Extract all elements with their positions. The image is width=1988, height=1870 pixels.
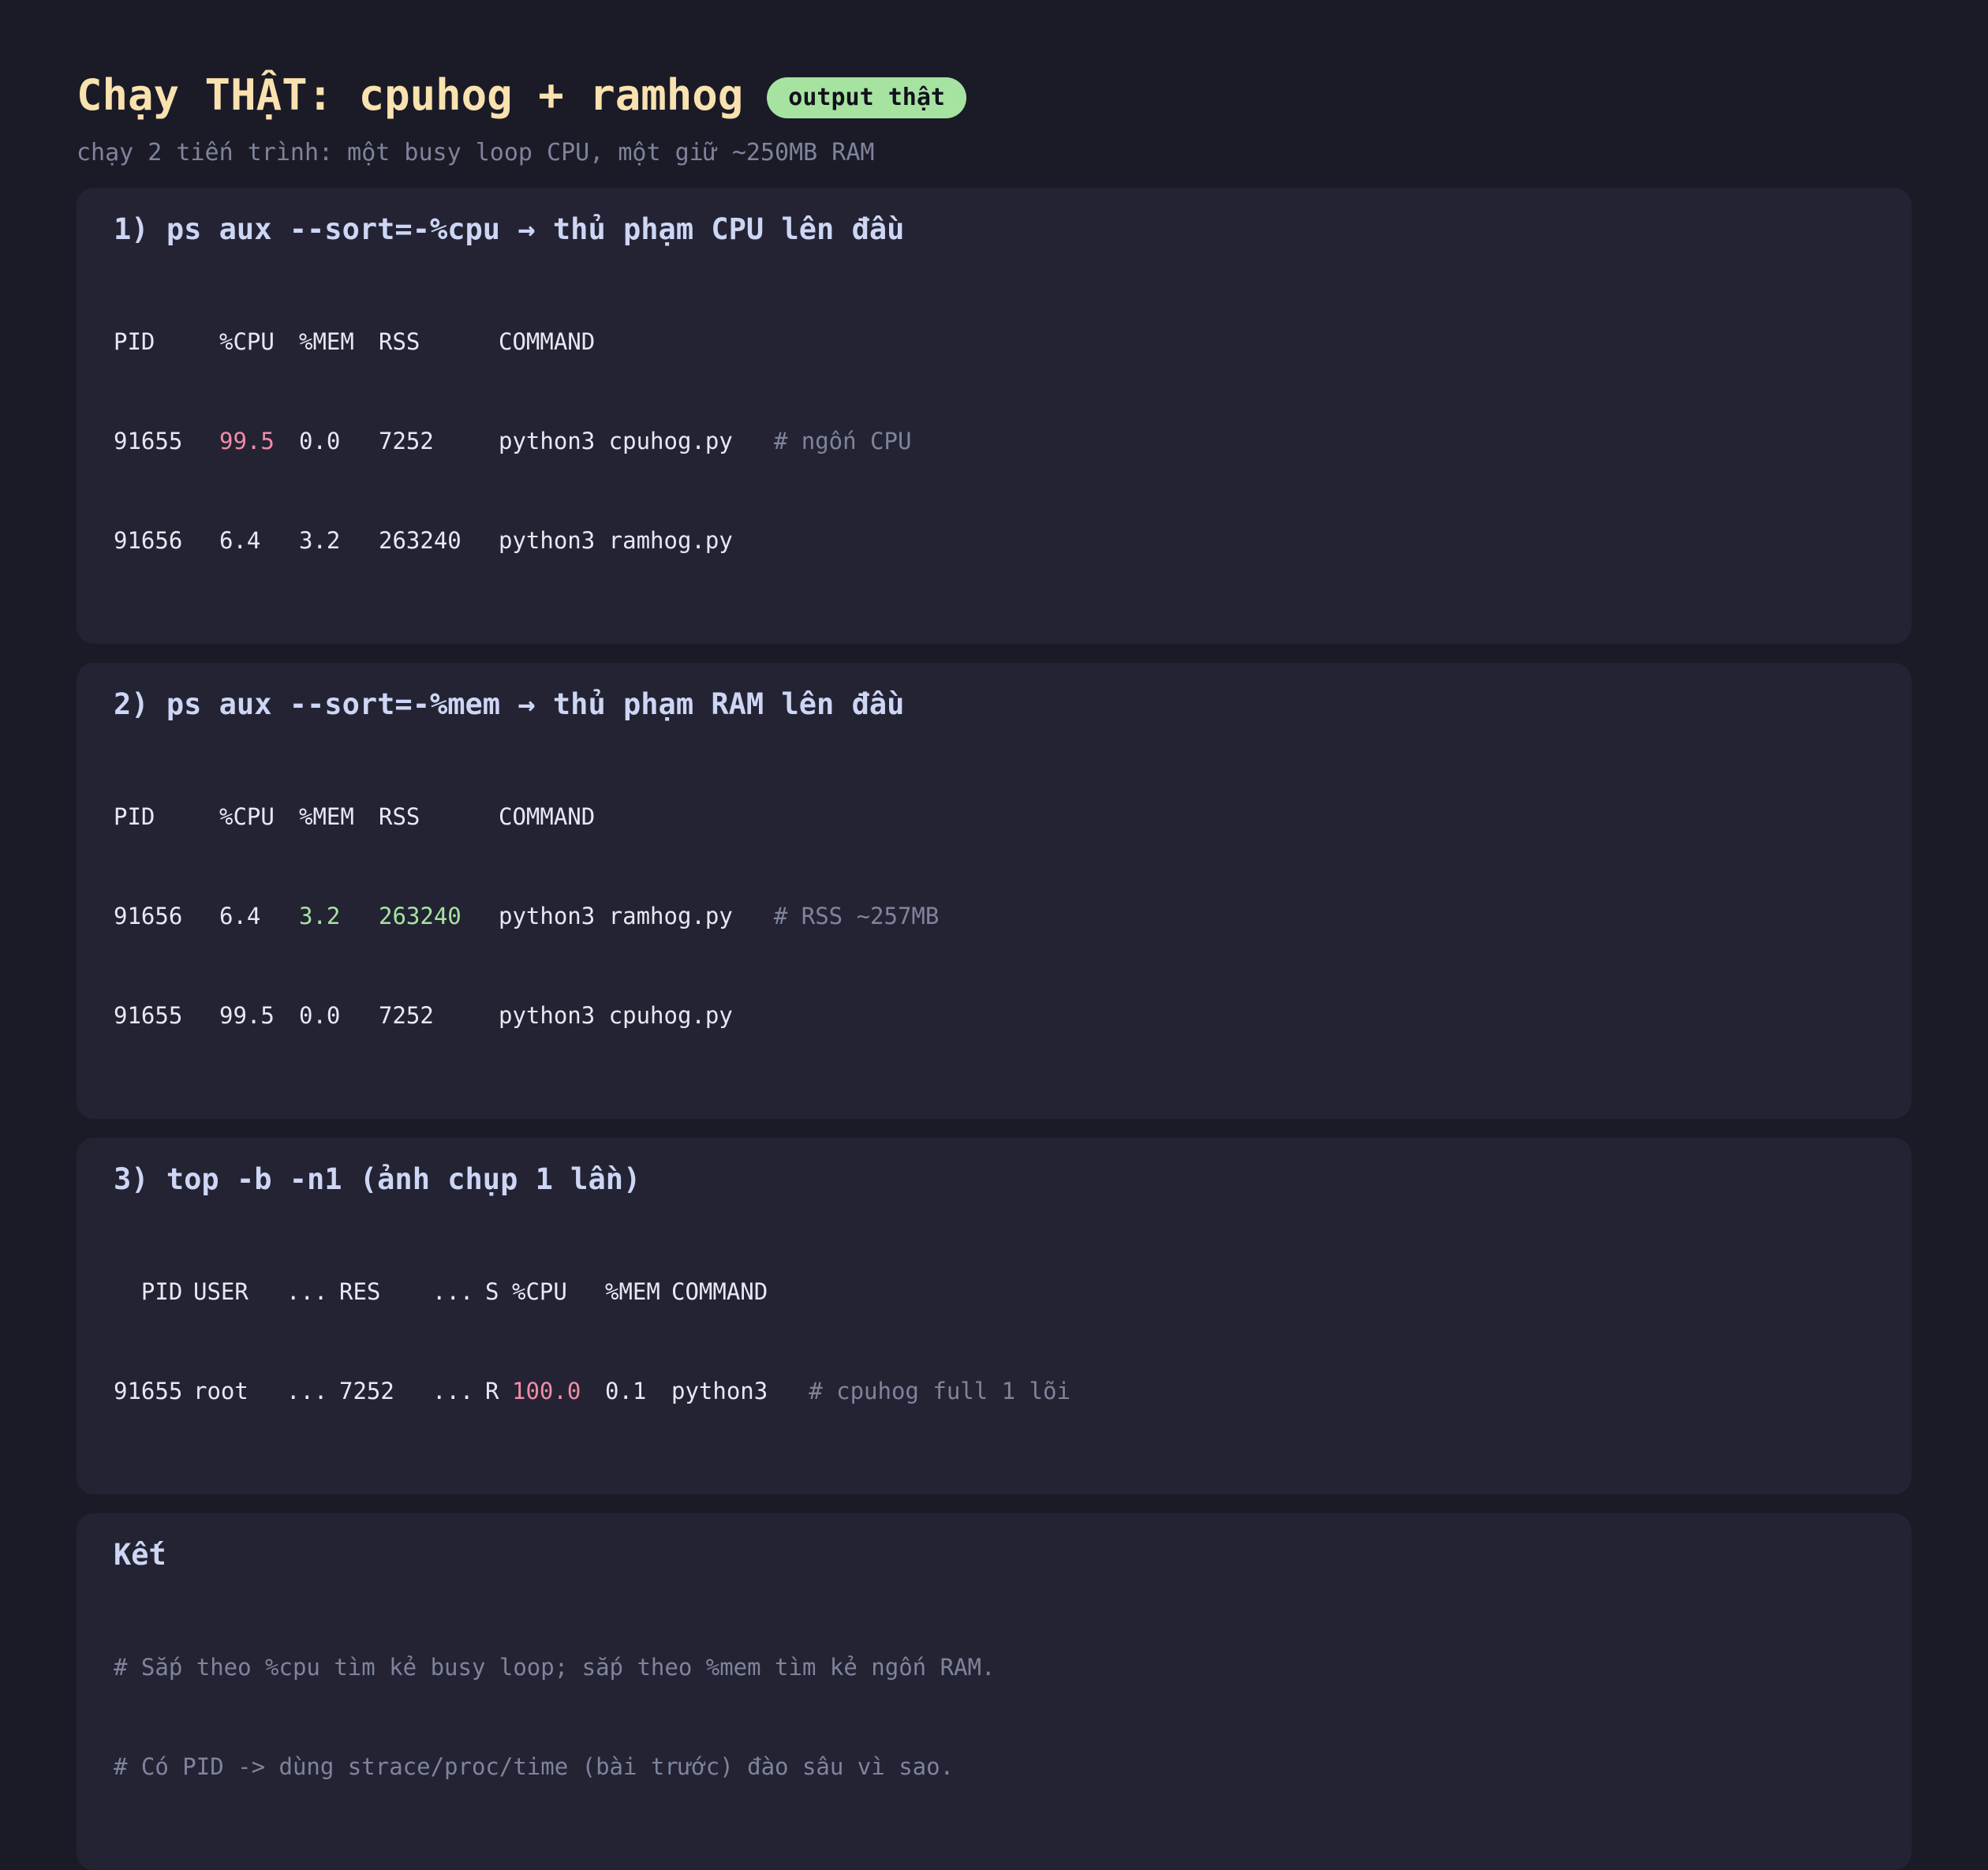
column-header-mem: %MEM <box>299 803 354 830</box>
summary-text: # Sắp theo %cpu tìm kẻ busy loop; sắp th… <box>114 1584 1874 1849</box>
cell-ellipsis: ... <box>286 1378 328 1404</box>
column-header-ellipsis: ... <box>432 1278 474 1305</box>
cell-comment: # cpuhog full 1 lõi <box>809 1378 1071 1404</box>
table-row: 91655 root ... 7252 ... R 100.0 0.1 pyth… <box>114 1374 1874 1408</box>
cell-mem: 3.2 <box>299 903 341 929</box>
table-row: 91655 99.5 0.0 7252 python3 cpuhog.py <box>114 999 1874 1032</box>
page: Chạy THẬT: cpuhog + ramhog output thật c… <box>77 66 1911 1870</box>
cell-pid: 91655 <box>114 428 183 454</box>
column-header-pid: PID <box>114 803 155 830</box>
column-header-cpu: %CPU <box>512 1278 567 1305</box>
cell-pid: 91655 <box>114 1378 183 1404</box>
page-title: Chạy THẬT: cpuhog + ramhog <box>77 69 744 120</box>
cell-pid: 91656 <box>114 527 183 554</box>
section-title: Kết <box>114 1538 166 1572</box>
cell-mem: 0.0 <box>299 1002 341 1029</box>
cell-res: 7252 <box>339 1378 394 1404</box>
section-summary: Kết # Sắp theo %cpu tìm kẻ busy loop; sắ… <box>77 1513 1911 1870</box>
cell-state: R <box>485 1378 499 1404</box>
column-header-cpu: %CPU <box>219 328 275 355</box>
cell-mem: 0.0 <box>299 428 341 454</box>
column-header-user: USER <box>193 1278 248 1305</box>
column-header-command: COMMAND <box>499 328 596 355</box>
section-ps-cpu: 1) ps aux --sort=-%cpu → thủ phạm CPU lê… <box>77 188 1911 644</box>
column-header-pid: PID <box>114 1278 183 1305</box>
column-header-rss: RSS <box>379 328 420 355</box>
cell-cpu: 6.4 <box>219 903 261 929</box>
column-header-rss: RSS <box>379 803 420 830</box>
table-row: 91656 6.4 3.2 263240 python3 ramhog.py <box>114 524 1874 557</box>
cell-command: python3 cpuhog.py <box>499 1002 733 1029</box>
section-top: 3) top -b -n1 (ảnh chụp 1 lần) PID USER … <box>77 1138 1911 1494</box>
cell-rss: 7252 <box>379 1002 434 1029</box>
ps-output: PID %CPU %MEM RSS COMMAND 91655 99.5 0.0… <box>114 259 1874 623</box>
column-header-ellipsis: ... <box>286 1278 328 1305</box>
cell-command: python3 cpuhog.py <box>499 428 733 454</box>
section-title: 3) top -b -n1 (ảnh chụp 1 lần) <box>114 1162 641 1196</box>
column-header-res: RES <box>339 1278 381 1305</box>
page-subtitle: chạy 2 tiến trình: một busy loop CPU, mộ… <box>77 139 875 166</box>
cell-rss: 263240 <box>379 903 462 929</box>
table-row: 91655 99.5 0.0 7252 python3 cpuhog.py # … <box>114 424 1874 458</box>
cell-rss: 7252 <box>379 428 434 454</box>
header: Chạy THẬT: cpuhog + ramhog output thật <box>77 66 1911 123</box>
cell-command: python3 ramhog.py <box>499 903 733 929</box>
section-title: 1) ps aux --sort=-%cpu → thủ phạm CPU lê… <box>114 212 905 246</box>
cell-rss: 263240 <box>379 527 462 554</box>
cell-comment: # RSS ~257MB <box>773 903 940 929</box>
cell-comment: # ngốn CPU <box>773 428 912 454</box>
cell-mem: 3.2 <box>299 527 341 554</box>
output-badge: output thật <box>767 77 966 118</box>
cell-command: python3 <box>671 1378 768 1404</box>
column-header-mem: %MEM <box>299 328 354 355</box>
column-header-pid: PID <box>114 328 155 355</box>
top-output: PID USER ... RES ... S %CPU %MEM COMMAND… <box>114 1209 1874 1474</box>
cell-mem: 0.1 <box>605 1378 647 1404</box>
cell-pid: 91656 <box>114 903 183 929</box>
cell-cpu: 99.5 <box>219 1002 275 1029</box>
cell-command: python3 ramhog.py <box>499 527 733 554</box>
table-header-row: PID %CPU %MEM RSS COMMAND <box>114 325 1874 358</box>
section-title: 2) ps aux --sort=-%mem → thủ phạm RAM lê… <box>114 687 905 721</box>
column-header-command: COMMAND <box>671 1278 768 1305</box>
summary-line: # Sắp theo %cpu tìm kẻ busy loop; sắp th… <box>114 1654 996 1681</box>
summary-line: # Có PID -> dùng strace/proc/time (bài t… <box>114 1753 955 1780</box>
cell-user: root <box>193 1378 248 1404</box>
cell-cpu: 6.4 <box>219 527 261 554</box>
column-header-command: COMMAND <box>499 803 596 830</box>
table-header-row: PID USER ... RES ... S %CPU %MEM COMMAND <box>114 1275 1874 1308</box>
column-header-cpu: %CPU <box>219 803 275 830</box>
column-header-state: S <box>485 1278 499 1305</box>
table-row: 91656 6.4 3.2 263240 python3 ramhog.py #… <box>114 899 1874 933</box>
ps-output: PID %CPU %MEM RSS COMMAND 91656 6.4 3.2 … <box>114 734 1874 1098</box>
cell-cpu: 99.5 <box>219 428 275 454</box>
column-header-mem: %MEM <box>605 1278 660 1305</box>
cell-ellipsis: ... <box>432 1378 474 1404</box>
cell-cpu: 100.0 <box>512 1378 581 1404</box>
cell-pid: 91655 <box>114 1002 183 1029</box>
table-header-row: PID %CPU %MEM RSS COMMAND <box>114 800 1874 833</box>
section-ps-mem: 2) ps aux --sort=-%mem → thủ phạm RAM lê… <box>77 663 1911 1119</box>
